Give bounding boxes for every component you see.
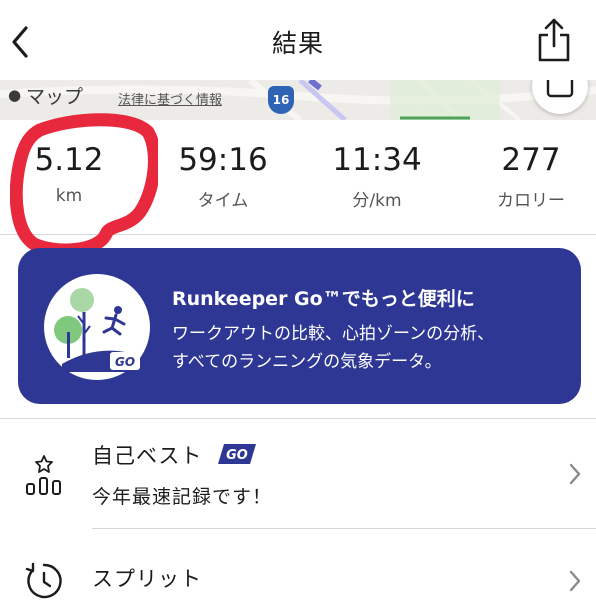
personal-best-subtitle: 今年最速記録です！ <box>92 486 273 508</box>
chevron-right-icon <box>569 570 581 592</box>
runkeeper-go-promo-card[interactable]: GO Runkeeper Go™でもっと便利に ワークアウトの比較、心拍ゾーンの… <box>18 248 581 404</box>
stat-time: 59:16 タイム <box>148 142 298 211</box>
stat-unit: 分/km <box>352 191 402 211</box>
legal-info-link[interactable]: 法律に基づく情報 <box>118 89 222 108</box>
splits-row[interactable]: スプリット <box>0 529 596 600</box>
stat-value: 11:34 <box>332 142 422 178</box>
map-attribution: マップ <box>26 86 84 108</box>
route-map[interactable]: ● マップ 法律に基づく情報 16 <box>0 80 596 120</box>
stat-value: 277 <box>501 142 561 178</box>
promo-body-line: すべてのランニングの気象データ。 <box>172 352 442 372</box>
stat-unit: km <box>55 186 83 206</box>
stopwatch-icon <box>25 562 62 599</box>
splits-title: スプリット <box>92 567 202 591</box>
stats-row: 5.12 km 59:16 タイム 11:34 分/km 277 カロリー <box>0 120 596 235</box>
personal-best-title: 自己ベスト <box>92 444 203 468</box>
promo-body-line: ワークアウトの比較、心拍ゾーンの分析、 <box>172 324 495 344</box>
stat-value: 59:16 <box>178 142 268 178</box>
camera-icon <box>546 80 574 98</box>
map-expand-button[interactable] <box>532 80 588 114</box>
route-shield-badge: 16 <box>268 86 294 114</box>
personal-best-row[interactable]: 自己ベスト GO 今年最速記録です！ <box>0 418 596 528</box>
svg-text:GO: GO <box>226 448 248 463</box>
stat-value: 5.12 <box>34 142 104 178</box>
go-badge: GO <box>218 444 256 464</box>
share-button[interactable] <box>534 16 574 64</box>
share-icon <box>538 18 570 62</box>
page-title: 結果 <box>271 29 324 58</box>
stat-pace: 11:34 分/km <box>302 142 452 211</box>
runner-illustration-icon: GO <box>44 274 150 380</box>
trophy-bars-icon <box>26 455 61 495</box>
stat-unit: カロリー <box>497 191 565 211</box>
chevron-right-icon <box>569 463 581 485</box>
stat-distance: 5.12 km <box>0 142 144 206</box>
apple-logo-icon: ● <box>8 86 22 104</box>
map-background <box>0 80 596 120</box>
stat-calories: 277 カロリー <box>456 142 596 211</box>
navigation-bar: 結果 <box>0 0 596 80</box>
promo-headline: Runkeeper Go™でもっと便利に <box>172 288 475 310</box>
stat-unit: タイム <box>197 191 249 211</box>
promo-body: ワークアウトの比較、心拍ゾーンの分析、 すべてのランニングの気象データ。 <box>172 320 494 376</box>
svg-text:GO: GO <box>115 355 135 369</box>
